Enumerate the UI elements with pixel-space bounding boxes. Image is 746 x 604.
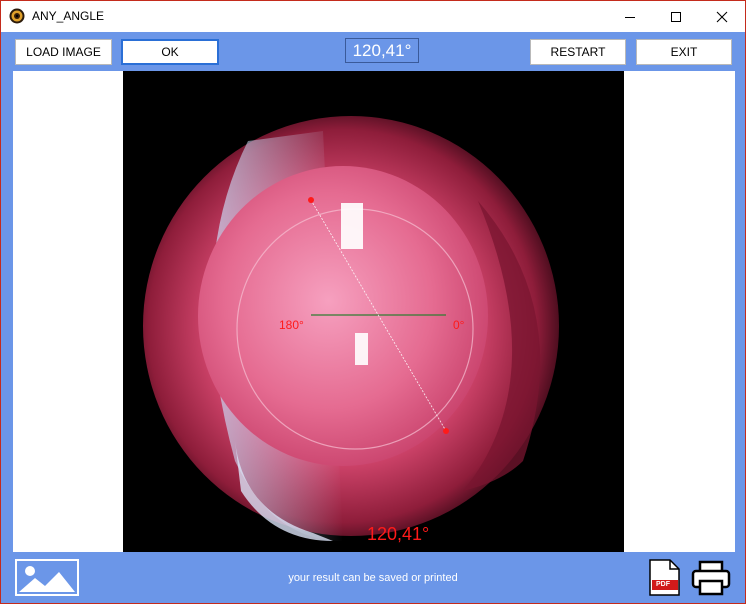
printer-icon	[691, 560, 731, 596]
maximize-icon	[671, 11, 681, 22]
end-marker[interactable]	[443, 428, 449, 434]
toolbar: LOAD IMAGE OK 120,41° RESTART EXIT	[1, 32, 745, 71]
result-angle-label: 120,41°	[367, 524, 430, 544]
app-logo-icon	[9, 8, 25, 24]
eye-image-panel[interactable]: 180° 0° 120,41°	[123, 71, 624, 552]
close-icon	[716, 11, 728, 22]
eye-photo	[123, 71, 624, 552]
exit-button[interactable]: EXIT	[636, 39, 732, 65]
start-marker[interactable]	[308, 197, 314, 203]
label-0-degrees: 0°	[453, 318, 465, 332]
window-title: ANY_ANGLE	[32, 9, 105, 23]
app-window: ANY_ANGLE LOAD IMAGE OK 120,41° RESTART …	[0, 0, 746, 604]
close-button[interactable]	[699, 1, 745, 32]
canvas-area: 180° 0° 120,41°	[13, 71, 735, 552]
load-image-button[interactable]: LOAD IMAGE	[15, 39, 112, 65]
status-message: your result can be saved or printed	[288, 572, 458, 584]
bottom-bar: your result can be saved or printed PDF	[1, 552, 745, 603]
print-button[interactable]	[691, 560, 731, 596]
minimize-icon	[625, 16, 635, 18]
maximize-button[interactable]	[653, 1, 699, 32]
ok-button[interactable]: OK	[121, 39, 219, 65]
label-180-degrees: 180°	[279, 318, 304, 332]
pdf-badge-text: PDF	[656, 581, 670, 588]
pdf-file-icon	[649, 559, 680, 596]
save-pdf-button[interactable]: PDF	[646, 559, 682, 596]
minimize-button[interactable]	[607, 1, 653, 32]
title-bar: ANY_ANGLE	[1, 1, 745, 32]
restart-button[interactable]: RESTART	[530, 39, 626, 65]
angle-readout: 120,41°	[345, 38, 419, 63]
